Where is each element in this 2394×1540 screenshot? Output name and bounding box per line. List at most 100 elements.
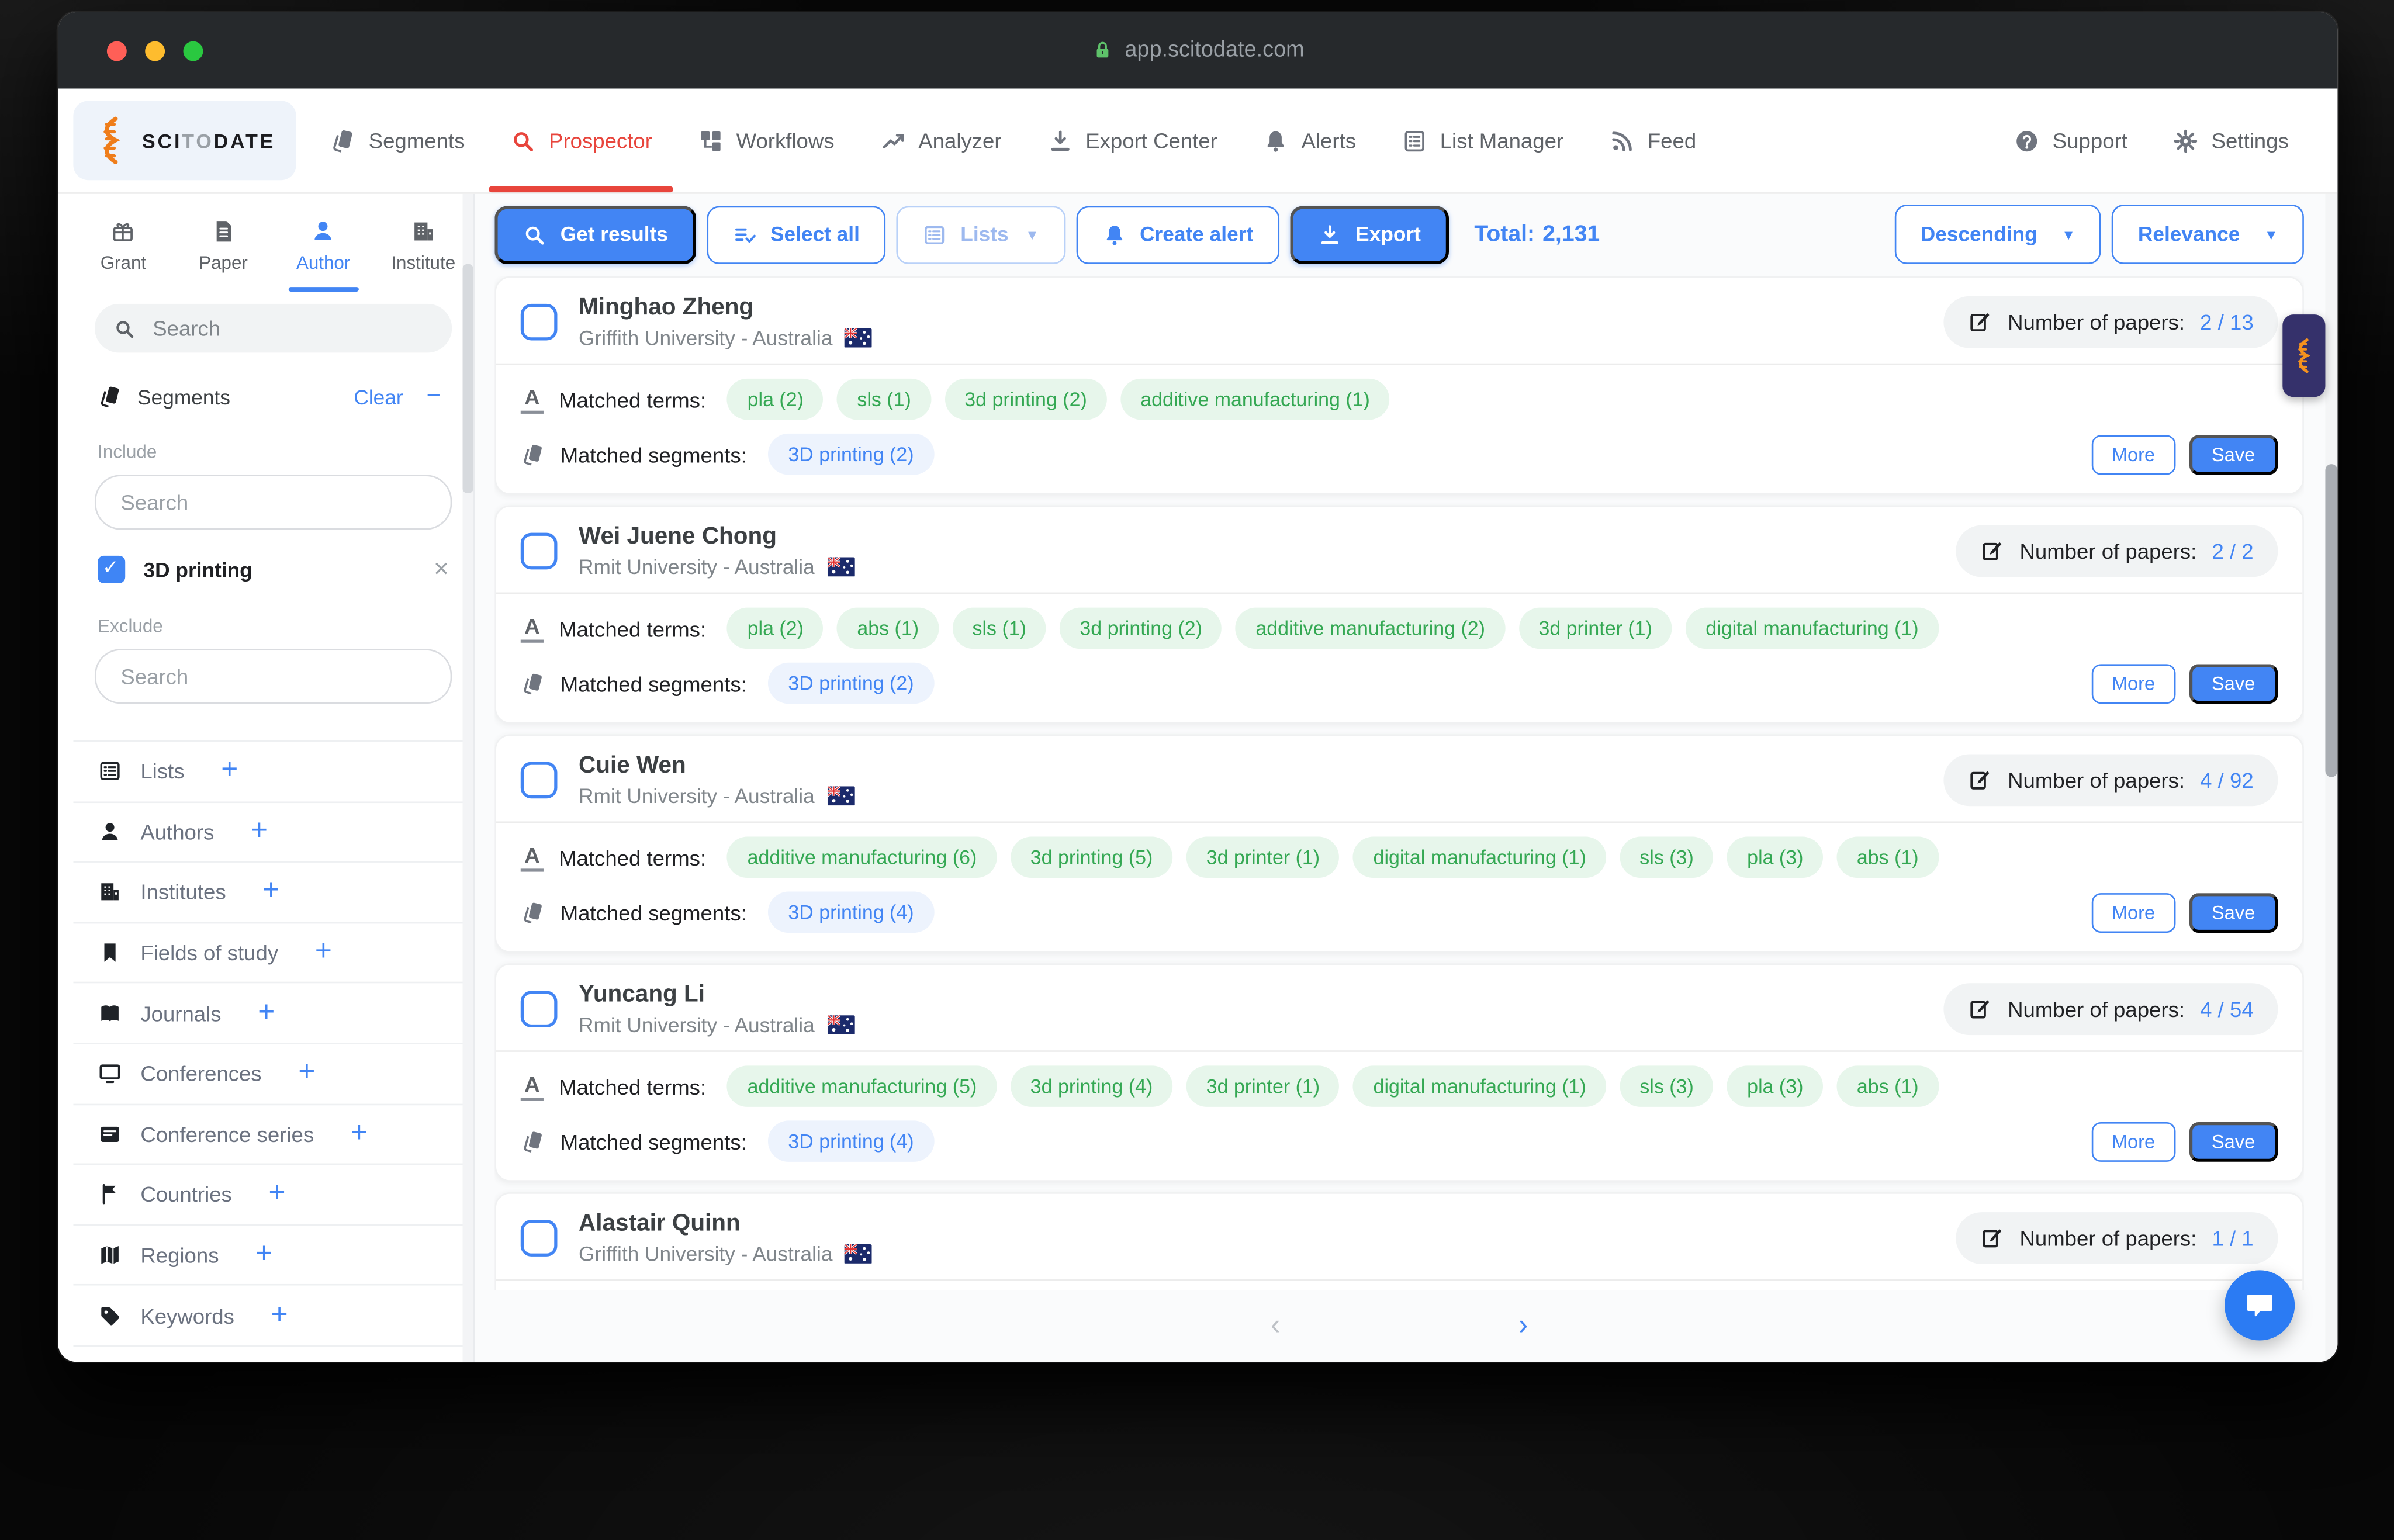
filter-institutes[interactable]: Institutes — [73, 861, 473, 922]
filter-date[interactable]: Date Clear — [73, 1345, 473, 1362]
matched-term-pill[interactable]: sls (1) — [837, 379, 930, 420]
nav-item-settings[interactable]: Settings — [2173, 89, 2288, 193]
maximize-window-button[interactable] — [183, 40, 203, 60]
save-button[interactable]: Save — [2189, 892, 2278, 932]
nav-item-export-center[interactable]: Export Center — [1047, 89, 1217, 193]
author-checkbox[interactable] — [521, 1220, 558, 1257]
author-checkbox[interactable] — [521, 533, 558, 570]
add-filter-icon[interactable] — [255, 1238, 272, 1272]
sort-by-dropdown[interactable]: Relevance — [2112, 205, 2303, 264]
author-checkbox[interactable] — [521, 304, 558, 341]
previous-page-icon[interactable]: ‹ — [1271, 1311, 1281, 1340]
add-filter-icon[interactable] — [251, 815, 268, 849]
matched-term-pill[interactable]: 3d printing (2) — [945, 379, 1106, 420]
matched-segment-pill[interactable]: 3D printing (2) — [768, 434, 933, 475]
add-filter-icon[interactable] — [432, 1359, 449, 1362]
sidebar-search-input[interactable] — [150, 314, 434, 342]
scitodate-side-widget[interactable] — [2282, 314, 2325, 397]
minimize-window-button[interactable] — [145, 40, 165, 60]
more-button[interactable]: More — [2092, 892, 2175, 932]
matched-term-pill[interactable]: sls (1) — [953, 608, 1046, 649]
matched-term-pill[interactable]: sls (3) — [1620, 837, 1713, 878]
add-filter-icon[interactable] — [351, 1117, 368, 1151]
nav-item-feed[interactable]: Feed — [1610, 89, 1697, 193]
nav-item-prospector[interactable]: Prospector — [511, 89, 652, 193]
filter-keywords[interactable]: Keywords — [73, 1285, 473, 1345]
nav-item-support[interactable]: Support — [2014, 89, 2127, 193]
exclude-search[interactable] — [95, 649, 452, 704]
save-button[interactable]: Save — [2189, 434, 2278, 474]
nav-item-alerts[interactable]: Alerts — [1263, 89, 1356, 193]
filter-regions[interactable]: Regions — [73, 1224, 473, 1284]
author-checkbox[interactable] — [521, 762, 558, 799]
segments-clear-link[interactable]: Clear — [354, 386, 403, 409]
select-all-button[interactable]: Select all — [706, 205, 885, 263]
save-button[interactable]: Save — [2189, 1122, 2278, 1161]
window-scrollbar-thumb[interactable] — [2325, 464, 2337, 777]
remove-segment-icon[interactable] — [434, 554, 449, 584]
matched-term-pill[interactable]: abs (1) — [1837, 1065, 1939, 1107]
matched-term-pill[interactable]: sls (3) — [1620, 1065, 1713, 1107]
matched-term-pill[interactable]: pla (3) — [1727, 837, 1823, 878]
more-button[interactable]: More — [2092, 663, 2175, 703]
matched-term-pill[interactable]: digital manufacturing (1) — [1686, 608, 1938, 649]
filter-fields-of-study[interactable]: Fields of study — [73, 922, 473, 982]
matched-term-pill[interactable]: digital manufacturing (1) — [1354, 1065, 1606, 1107]
tab-institute[interactable]: Institute — [373, 203, 473, 288]
filter-countries[interactable]: Countries — [73, 1164, 473, 1224]
add-filter-icon[interactable] — [315, 936, 332, 970]
filter-lists[interactable]: Lists — [73, 740, 473, 801]
more-button[interactable]: More — [2092, 1122, 2175, 1161]
export-button[interactable]: Export — [1290, 205, 1448, 263]
matched-term-pill[interactable]: pla (2) — [728, 379, 824, 420]
nav-item-workflows[interactable]: Workflows — [698, 89, 834, 193]
segment-checkbox-checked[interactable] — [98, 556, 125, 583]
add-filter-icon[interactable] — [271, 1299, 288, 1332]
add-filter-icon[interactable] — [298, 1057, 315, 1090]
matched-term-pill[interactable]: 3d printing (5) — [1011, 837, 1172, 878]
add-filter-icon[interactable] — [269, 1178, 286, 1211]
matched-term-pill[interactable]: 3d printer (1) — [1186, 837, 1340, 878]
filter-conferences[interactable]: Conferences — [73, 1043, 473, 1103]
add-filter-icon[interactable] — [262, 875, 279, 909]
nav-item-segments[interactable]: Segments — [330, 89, 465, 193]
get-results-button[interactable]: Get results — [494, 205, 696, 263]
chat-bubble-button[interactable] — [2225, 1270, 2295, 1340]
window-scrollbar[interactable] — [2325, 89, 2337, 1362]
add-filter-icon[interactable] — [258, 996, 275, 1030]
matched-segment-pill[interactable]: 3D printing (4) — [768, 892, 933, 933]
sidebar-search[interactable] — [95, 304, 452, 353]
matched-term-pill[interactable]: 3d printer (1) — [1518, 608, 1672, 649]
matched-term-pill[interactable]: digital manufacturing (1) — [1354, 837, 1606, 878]
collapse-icon[interactable] — [418, 383, 449, 411]
matched-term-pill[interactable]: 3d printing (4) — [1011, 1065, 1172, 1107]
filter-journals[interactable]: Journals — [73, 982, 473, 1043]
matched-term-pill[interactable]: abs (1) — [1837, 837, 1939, 878]
tab-grant[interactable]: Grant — [73, 203, 173, 288]
matched-term-pill[interactable]: additive manufacturing (2) — [1236, 608, 1505, 649]
tab-author[interactable]: Author — [274, 203, 373, 288]
address-bar[interactable]: app.scitodate.com — [1091, 12, 1305, 89]
include-search[interactable] — [95, 475, 452, 530]
matched-term-pill[interactable]: additive manufacturing (1) — [1120, 379, 1390, 420]
matched-term-pill[interactable]: pla (2) — [728, 608, 824, 649]
matched-term-pill[interactable]: additive manufacturing (6) — [728, 837, 997, 878]
close-window-button[interactable] — [107, 40, 127, 60]
scitodate-logo[interactable]: SCITODATE — [73, 101, 297, 180]
author-checkbox[interactable] — [521, 991, 558, 1027]
matched-segment-pill[interactable]: 3D printing (4) — [768, 1120, 933, 1162]
include-search-input[interactable] — [117, 489, 429, 516]
matched-term-pill[interactable]: 3d printing (2) — [1060, 608, 1222, 649]
create-alert-button[interactable]: Create alert — [1075, 205, 1279, 263]
matched-term-pill[interactable]: 3d printer (1) — [1186, 1065, 1340, 1107]
filter-authors[interactable]: Authors — [73, 801, 473, 861]
add-filter-icon[interactable] — [221, 755, 238, 788]
more-button[interactable]: More — [2092, 434, 2175, 474]
matched-term-pill[interactable]: additive manufacturing (5) — [728, 1065, 997, 1107]
nav-item-analyzer[interactable]: Analyzer — [880, 89, 1002, 193]
save-button[interactable]: Save — [2189, 663, 2278, 703]
next-page-icon[interactable]: › — [1518, 1311, 1528, 1340]
sidebar-scrollbar-thumb[interactable] — [463, 264, 473, 493]
sort-order-dropdown[interactable]: Descending — [1894, 205, 2101, 264]
filter-conference-series[interactable]: Conference series — [73, 1103, 473, 1164]
